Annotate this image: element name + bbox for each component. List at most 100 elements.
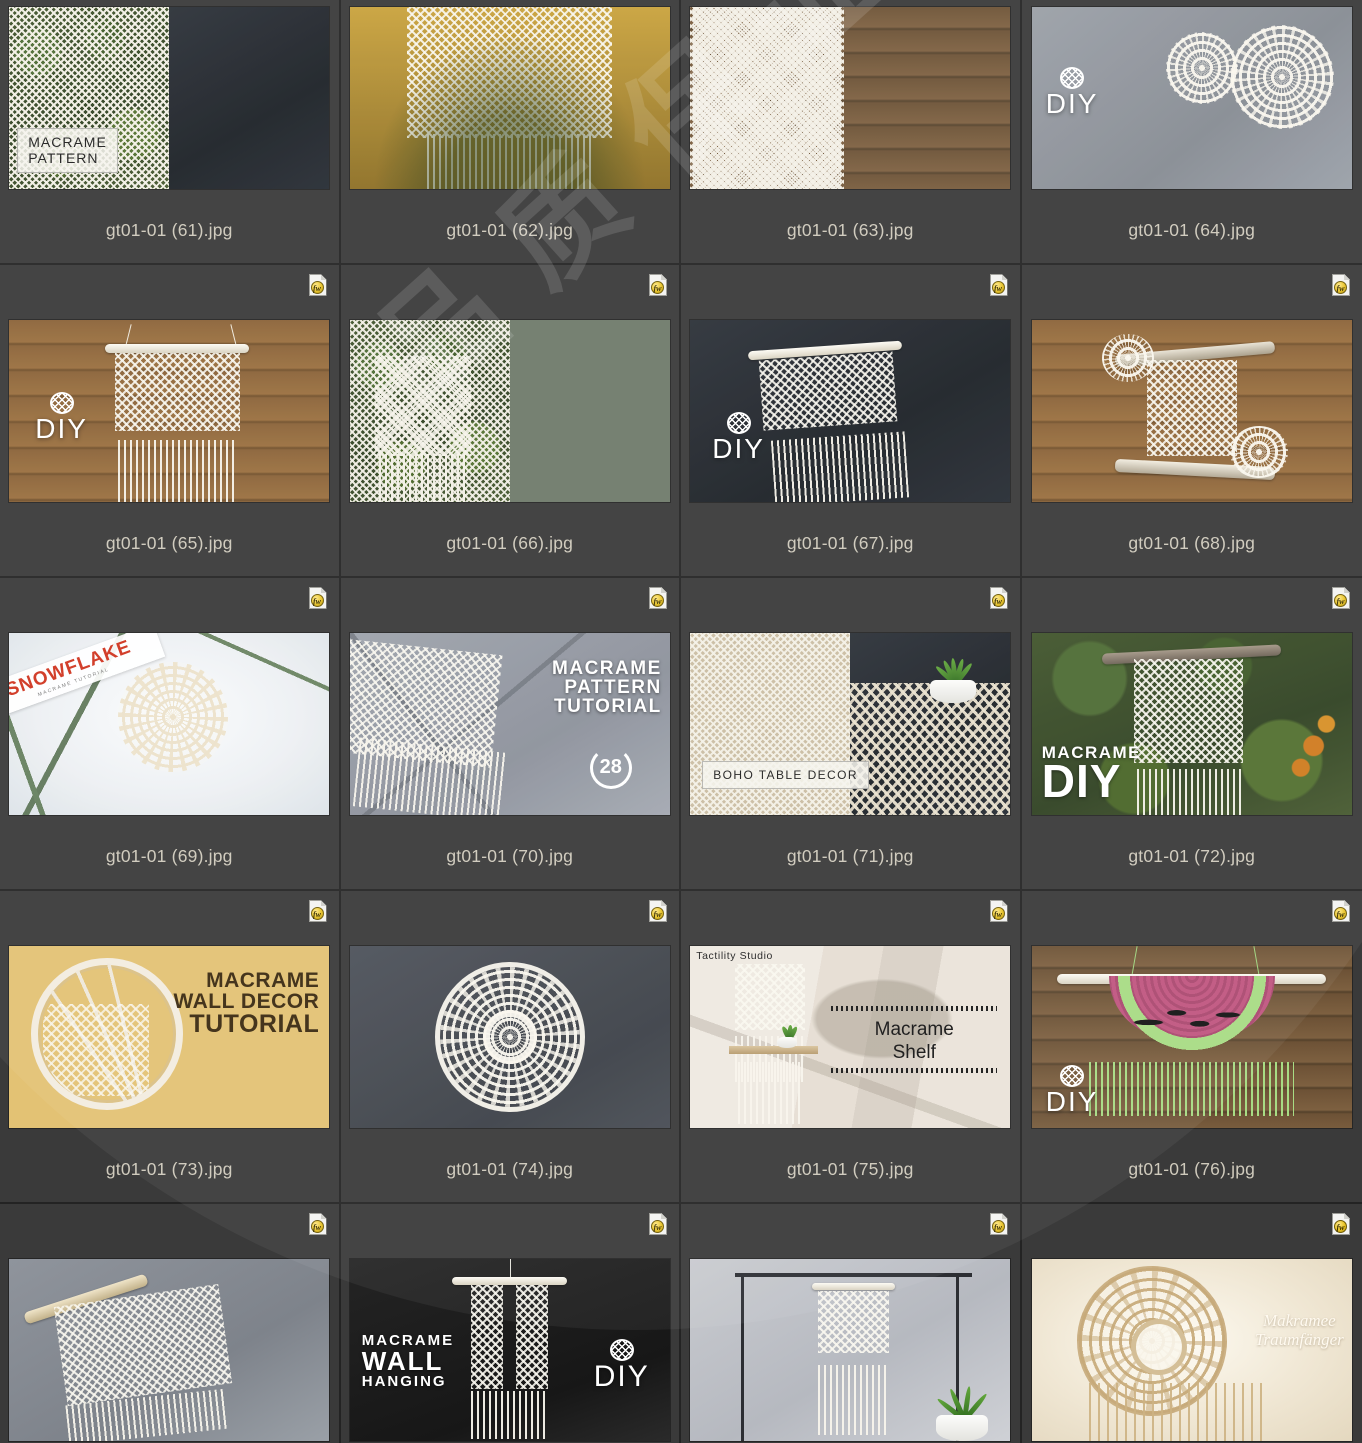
thumbnail-area[interactable]: MACRAME WALL HANGING DIY [341, 1252, 680, 1443]
thumbnail-image-73[interactable]: MACRAME WALL DECOR TUTORIAL [9, 945, 330, 1128]
watermelon-seeds [1127, 1001, 1256, 1036]
thumbnail-image-74[interactable] [349, 945, 670, 1128]
file-tile[interactable]: DIY gt01-01 (65).jpg [0, 265, 341, 578]
file-type-badge-icon [1332, 274, 1350, 296]
studio-tag-label: Tactility Studio [696, 949, 773, 962]
file-type-badge-icon [649, 274, 667, 296]
thumb-title-overlay: MACRAME DIY [1041, 742, 1142, 808]
thumbnail-image-65[interactable]: DIY [9, 319, 330, 502]
file-tile[interactable]: Makramee Traumfänger gt01-01 (80).jpg [1021, 1204, 1362, 1443]
file-tile[interactable]: gt01-01 (79).jpg [681, 1204, 1022, 1443]
file-tile[interactable]: DIY gt01-01 (76).jpg [1021, 891, 1362, 1204]
thumbnail-area[interactable]: SNOWFLAKE MACRAME TUTORIAL [0, 626, 339, 821]
file-tile[interactable]: DIY gt01-01 (67).jpg [681, 265, 1022, 578]
file-name-label: gt01-01 (73).jpg [105, 1158, 233, 1179]
file-type-badge-icon [989, 1213, 1008, 1235]
thumbnail-image-62[interactable] [349, 6, 670, 189]
plant-decoration [930, 649, 977, 703]
thumbnail-image-68[interactable] [1031, 319, 1352, 502]
thumbnail-image-70[interactable]: MACRAME PATTERN TUTORIAL 28 [349, 632, 670, 815]
thumbnail-image-79[interactable] [690, 1258, 1011, 1441]
thumbnail-area[interactable] [681, 1252, 1020, 1443]
thumbnail-area[interactable]: Tactility Studio Macrame Shelf [681, 939, 1020, 1134]
file-tile[interactable]: gt01-01 (63).jpg [681, 0, 1022, 265]
file-name-label: gt01-01 (70).jpg [446, 845, 574, 866]
thumbnail-area[interactable]: MACRAME DIY [1022, 626, 1362, 821]
thumbnail-area[interactable]: MACRAME PATTERN [0, 0, 339, 195]
file-type-badge-icon [308, 1213, 327, 1235]
file-tile[interactable]: MACRAME WALL HANGING DIY gt01-01 (78).jp… [340, 1204, 681, 1443]
thumb-script-watermark: Makramee Traumfänger [1254, 1310, 1344, 1350]
file-type-badge-icon [649, 900, 667, 922]
thumbnail-area[interactable] [1022, 313, 1362, 508]
file-name-label: gt01-01 (61).jpg [105, 219, 233, 240]
thumbnail-image-72[interactable]: MACRAME DIY [1031, 632, 1352, 815]
thumbnail-image-80[interactable]: Makramee Traumfänger [1031, 1258, 1352, 1441]
file-name-label: gt01-01 (71).jpg [786, 845, 914, 866]
thumbnail-area[interactable]: BOHO TABLE DECOR [681, 626, 1020, 821]
thumbnail-area[interactable]: DIY [681, 313, 1020, 508]
thumbnail-area[interactable]: DIY [0, 313, 339, 508]
knot-logo-icon [1060, 1064, 1085, 1087]
thumbnail-image-63[interactable] [690, 6, 1011, 189]
thumbnail-image-71[interactable]: BOHO TABLE DECOR [690, 632, 1011, 815]
file-tile[interactable]: SNOWFLAKE MACRAME TUTORIAL gt01-01 (69).… [0, 578, 341, 891]
thumb-overlay-label: BOHO TABLE DECOR [702, 760, 869, 789]
thumbnail-image-75[interactable]: Tactility Studio Macrame Shelf [690, 945, 1011, 1128]
file-name-label: gt01-01 (69).jpg [105, 845, 233, 866]
thumbnail-image-64[interactable]: DIY [1031, 6, 1352, 189]
tutorial-number-badge: 28 [589, 746, 632, 789]
plant-decoration [936, 1381, 989, 1441]
knot-logo-icon [609, 1338, 634, 1361]
diy-watermark: DIY [712, 411, 765, 463]
thumbnail-image-66[interactable] [349, 319, 670, 502]
file-tile[interactable]: Tactility Studio Macrame Shelf gt01-01 (… [681, 891, 1022, 1204]
file-tile[interactable]: MACRAME WALL DECOR TUTORIAL gt01-01 (73)… [0, 891, 341, 1204]
diy-watermark: DIY [35, 391, 88, 443]
file-tile[interactable]: gt01-01 (66).jpg [340, 265, 681, 578]
thumb-overlay-label: MACRAME PATTERN [17, 128, 118, 173]
thumbnail-grid: MACRAME PATTERN gt01-01 (61).jpg gt01-01… [0, 0, 1362, 1443]
thumbnail-area[interactable]: MACRAME PATTERN TUTORIAL 28 [341, 626, 680, 821]
file-name-label: gt01-01 (64).jpg [1128, 219, 1256, 240]
file-tile[interactable]: MACRAME PATTERN gt01-01 (61).jpg [0, 0, 341, 265]
file-name-label: gt01-01 (74).jpg [446, 1158, 574, 1179]
thumbnail-area[interactable]: MACRAME WALL DECOR TUTORIAL [0, 939, 339, 1134]
file-type-badge-icon [989, 274, 1008, 296]
file-name-label: gt01-01 (76).jpg [1128, 1158, 1256, 1179]
file-browser-thumbnail-view: MACRAME PATTERN gt01-01 (61).jpg gt01-01… [0, 0, 1362, 1443]
file-type-badge-icon [1332, 1213, 1350, 1235]
file-tile[interactable]: MACRAME DIY gt01-01 (72).jpg [1021, 578, 1362, 891]
file-type-badge-icon [989, 587, 1008, 609]
file-tile[interactable]: gt01-01 (74).jpg [340, 891, 681, 1204]
file-tile[interactable]: MACRAME PATTERN TUTORIAL 28 gt01-01 (70)… [340, 578, 681, 891]
thumbnail-area[interactable]: Makramee Traumfänger [1022, 1252, 1362, 1443]
file-type-badge-icon [1332, 587, 1350, 609]
file-tile[interactable]: DIY gt01-01 (64).jpg [1021, 0, 1362, 265]
file-tile[interactable]: gt01-01 (62).jpg [340, 0, 681, 265]
file-type-badge-icon [308, 900, 327, 922]
thumbnail-area[interactable] [341, 313, 680, 508]
thumbnail-image-67[interactable]: DIY [690, 319, 1011, 502]
thumbnail-image-77[interactable] [9, 1258, 330, 1441]
thumbnail-area[interactable]: DIY [1022, 0, 1362, 195]
file-type-badge-icon [308, 274, 327, 296]
diy-watermark: DIY [1046, 66, 1099, 118]
file-tile[interactable]: gt01-01 (77).jpg [0, 1204, 341, 1443]
thumbnail-image-61[interactable]: MACRAME PATTERN [9, 6, 330, 189]
thumbnail-image-76[interactable]: DIY [1031, 945, 1352, 1128]
file-name-label: gt01-01 (67).jpg [786, 532, 914, 553]
thumbnail-area[interactable] [341, 939, 680, 1134]
knot-logo-icon [726, 411, 751, 434]
thumbnail-area[interactable] [0, 1252, 339, 1443]
thumbnail-area[interactable] [681, 0, 1020, 195]
thumbnail-area[interactable] [341, 0, 680, 195]
file-type-badge-icon [1332, 900, 1350, 922]
file-tile[interactable]: BOHO TABLE DECOR gt01-01 (71).jpg [681, 578, 1022, 891]
diy-watermark: DIY [1046, 1064, 1099, 1116]
file-name-label: gt01-01 (63).jpg [786, 219, 914, 240]
file-tile[interactable]: gt01-01 (68).jpg [1021, 265, 1362, 578]
thumbnail-area[interactable]: DIY [1022, 939, 1362, 1134]
thumbnail-image-69[interactable]: SNOWFLAKE MACRAME TUTORIAL [9, 632, 330, 815]
thumbnail-image-78[interactable]: MACRAME WALL HANGING DIY [349, 1258, 670, 1441]
